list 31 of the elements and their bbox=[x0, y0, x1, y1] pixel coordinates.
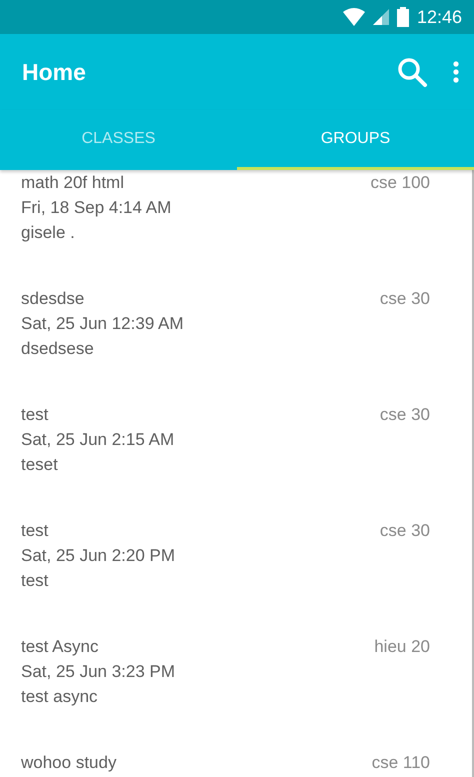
group-creator: teset bbox=[21, 454, 59, 476]
more-options-button[interactable] bbox=[452, 60, 460, 84]
group-creator: dsedsese bbox=[21, 338, 95, 360]
group-title: test Async bbox=[21, 636, 100, 658]
group-title: sdesdse bbox=[21, 288, 86, 310]
tab[interactable]: GROUPS bbox=[237, 110, 474, 170]
group-course: cse 100 bbox=[370, 172, 430, 194]
group-creator: gisele . bbox=[21, 222, 76, 244]
group-title: test bbox=[21, 520, 50, 542]
search-button[interactable] bbox=[396, 56, 428, 88]
group-course: cse 30 bbox=[380, 520, 430, 542]
group-date: Sat, 25 Jun 2:20 PM bbox=[21, 545, 176, 567]
group-title: wohoo study bbox=[21, 752, 116, 774]
group-creator: test async bbox=[21, 686, 99, 708]
group-course: cse 110 bbox=[372, 752, 430, 774]
group-title: test bbox=[21, 404, 50, 426]
wifi-icon bbox=[342, 8, 365, 26]
group-course: hieu 20 bbox=[374, 636, 430, 658]
group-date: Sat, 25 Jun 12:39 AM bbox=[21, 313, 184, 335]
group-creator: test bbox=[21, 570, 50, 592]
status-time: 12:46 bbox=[416, 6, 462, 28]
group-course: cse 30 bbox=[380, 404, 430, 426]
group-course: cse 30 bbox=[380, 288, 430, 310]
group-date: Fri, 18 Sep 4:14 AM bbox=[21, 197, 172, 219]
group-date: Sat, 25 Jun 2:15 AM bbox=[21, 429, 174, 451]
toolbar-title: Home bbox=[22, 58, 87, 86]
signal-icon bbox=[372, 9, 389, 25]
tab[interactable]: CLASSES bbox=[0, 110, 237, 170]
battery-icon bbox=[396, 7, 409, 27]
group-date: Sat, 25 Jun 3:23 PM bbox=[21, 661, 176, 683]
group-title: math 20f html bbox=[21, 172, 125, 194]
